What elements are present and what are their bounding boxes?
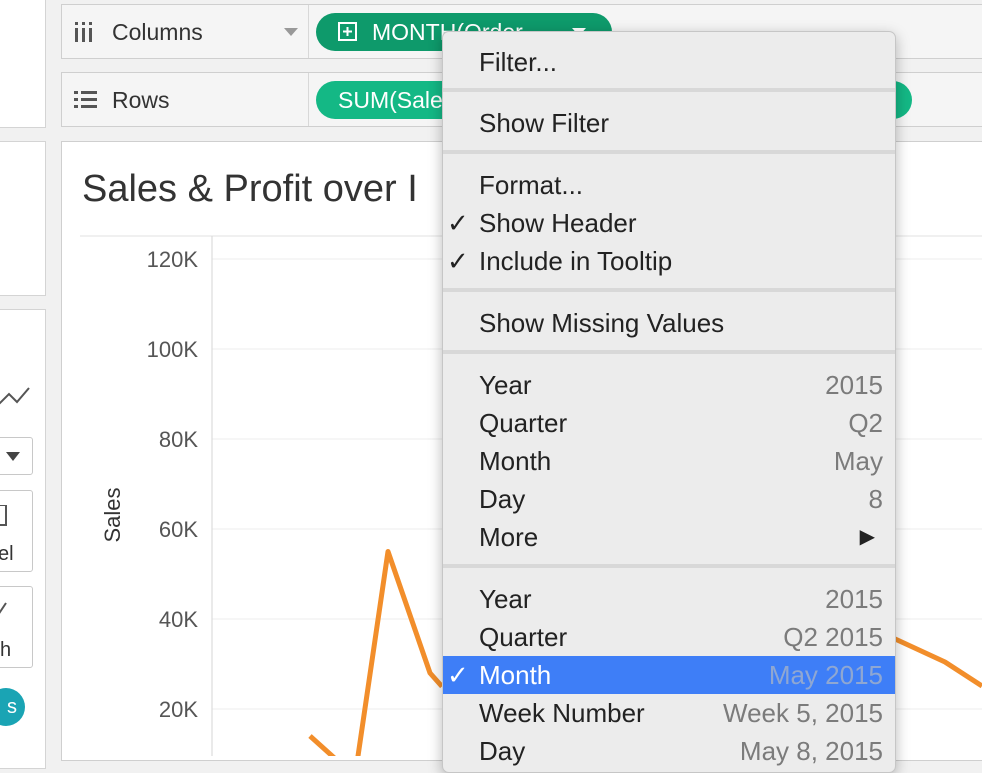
sales-line	[308, 549, 444, 756]
menu-separator	[443, 564, 895, 568]
menu-item-label: Day	[479, 484, 526, 514]
menu-item-continuous-day[interactable]: Day May 8, 2015	[443, 732, 895, 770]
menu-item-example: 2015	[825, 370, 883, 400]
menu-item-filter[interactable]: Filter...	[443, 43, 895, 81]
menu-item-show-missing-label: Show Missing Values	[479, 308, 725, 338]
menu-item-show-header-label: Show Header	[479, 208, 637, 238]
menu-item-example: Q2 2015	[783, 622, 883, 652]
menu-separator	[443, 288, 895, 292]
menu-item-format-label: Format...	[479, 170, 584, 200]
menu-item-show-filter-label: Show Filter	[479, 108, 610, 138]
menu-item-label: Month	[479, 660, 552, 690]
y-tick-label: 80K	[159, 427, 198, 452]
menu-item-show-filter[interactable]: Show Filter	[443, 104, 895, 142]
menu-item-label: Quarter	[479, 622, 568, 652]
menu-item-label: Week Number	[479, 698, 645, 728]
y-axis-label: Sales	[100, 487, 125, 542]
menu-item-example: 2015	[825, 584, 883, 614]
menu-item-example: 8	[868, 484, 883, 514]
menu-item-more[interactable]: More ▶	[443, 518, 895, 556]
checkmark-icon: ✓	[447, 660, 469, 690]
menu-item-discrete-day[interactable]: Day 8	[443, 480, 895, 518]
pill-context-menu: Filter... Show Filter Format... ✓ Show H…	[442, 31, 896, 773]
checkmark-icon: ✓	[447, 208, 469, 238]
menu-item-example: May 2015	[768, 660, 883, 690]
menu-item-example: Q2	[848, 408, 883, 438]
menu-separator	[443, 350, 895, 354]
y-tick-label: 120K	[147, 247, 199, 272]
menu-item-example: May 8, 2015	[739, 736, 883, 766]
menu-item-filter-label: Filter...	[479, 47, 558, 77]
menu-item-example: May	[833, 446, 883, 476]
menu-item-label: Quarter	[479, 408, 568, 438]
menu-item-label: More	[479, 522, 539, 552]
menu-item-example: Week 5, 2015	[723, 698, 883, 728]
y-tick-label: 20K	[159, 697, 198, 722]
menu-item-show-header[interactable]: ✓ Show Header	[443, 204, 895, 242]
menu-item-discrete-month[interactable]: Month May	[443, 442, 895, 480]
menu-separator	[443, 150, 895, 154]
menu-item-discrete-quarter[interactable]: Quarter Q2	[443, 404, 895, 442]
y-axis-ticks: 120K 100K 80K 60K 40K 20K	[147, 247, 199, 722]
menu-item-label: Day	[479, 736, 526, 766]
menu-item-continuous-year[interactable]: Year 2015	[443, 580, 895, 618]
y-tick-label: 40K	[159, 607, 198, 632]
menu-item-label: Year	[479, 584, 532, 614]
menu-item-continuous-quarter[interactable]: Quarter Q2 2015	[443, 618, 895, 656]
y-tick-label: 100K	[147, 337, 199, 362]
menu-item-week-number[interactable]: Week Number Week 5, 2015	[443, 694, 895, 732]
menu-item-show-missing[interactable]: Show Missing Values	[443, 304, 895, 342]
menu-item-include-tooltip-label: Include in Tooltip	[479, 246, 673, 276]
menu-separator	[443, 88, 895, 92]
submenu-arrow-icon: ▶	[859, 526, 875, 548]
menu-item-discrete-year[interactable]: Year 2015	[443, 366, 895, 404]
menu-item-include-tooltip[interactable]: ✓ Include in Tooltip	[443, 242, 895, 280]
menu-item-label: Year	[479, 370, 532, 400]
menu-item-label: Month	[479, 446, 552, 476]
sales-series	[308, 549, 444, 756]
checkmark-icon: ✓	[447, 246, 469, 276]
menu-item-format[interactable]: Format...	[443, 166, 895, 204]
menu-item-continuous-month[interactable]: ✓ Month May 2015	[443, 656, 895, 694]
y-tick-label: 60K	[159, 517, 198, 542]
